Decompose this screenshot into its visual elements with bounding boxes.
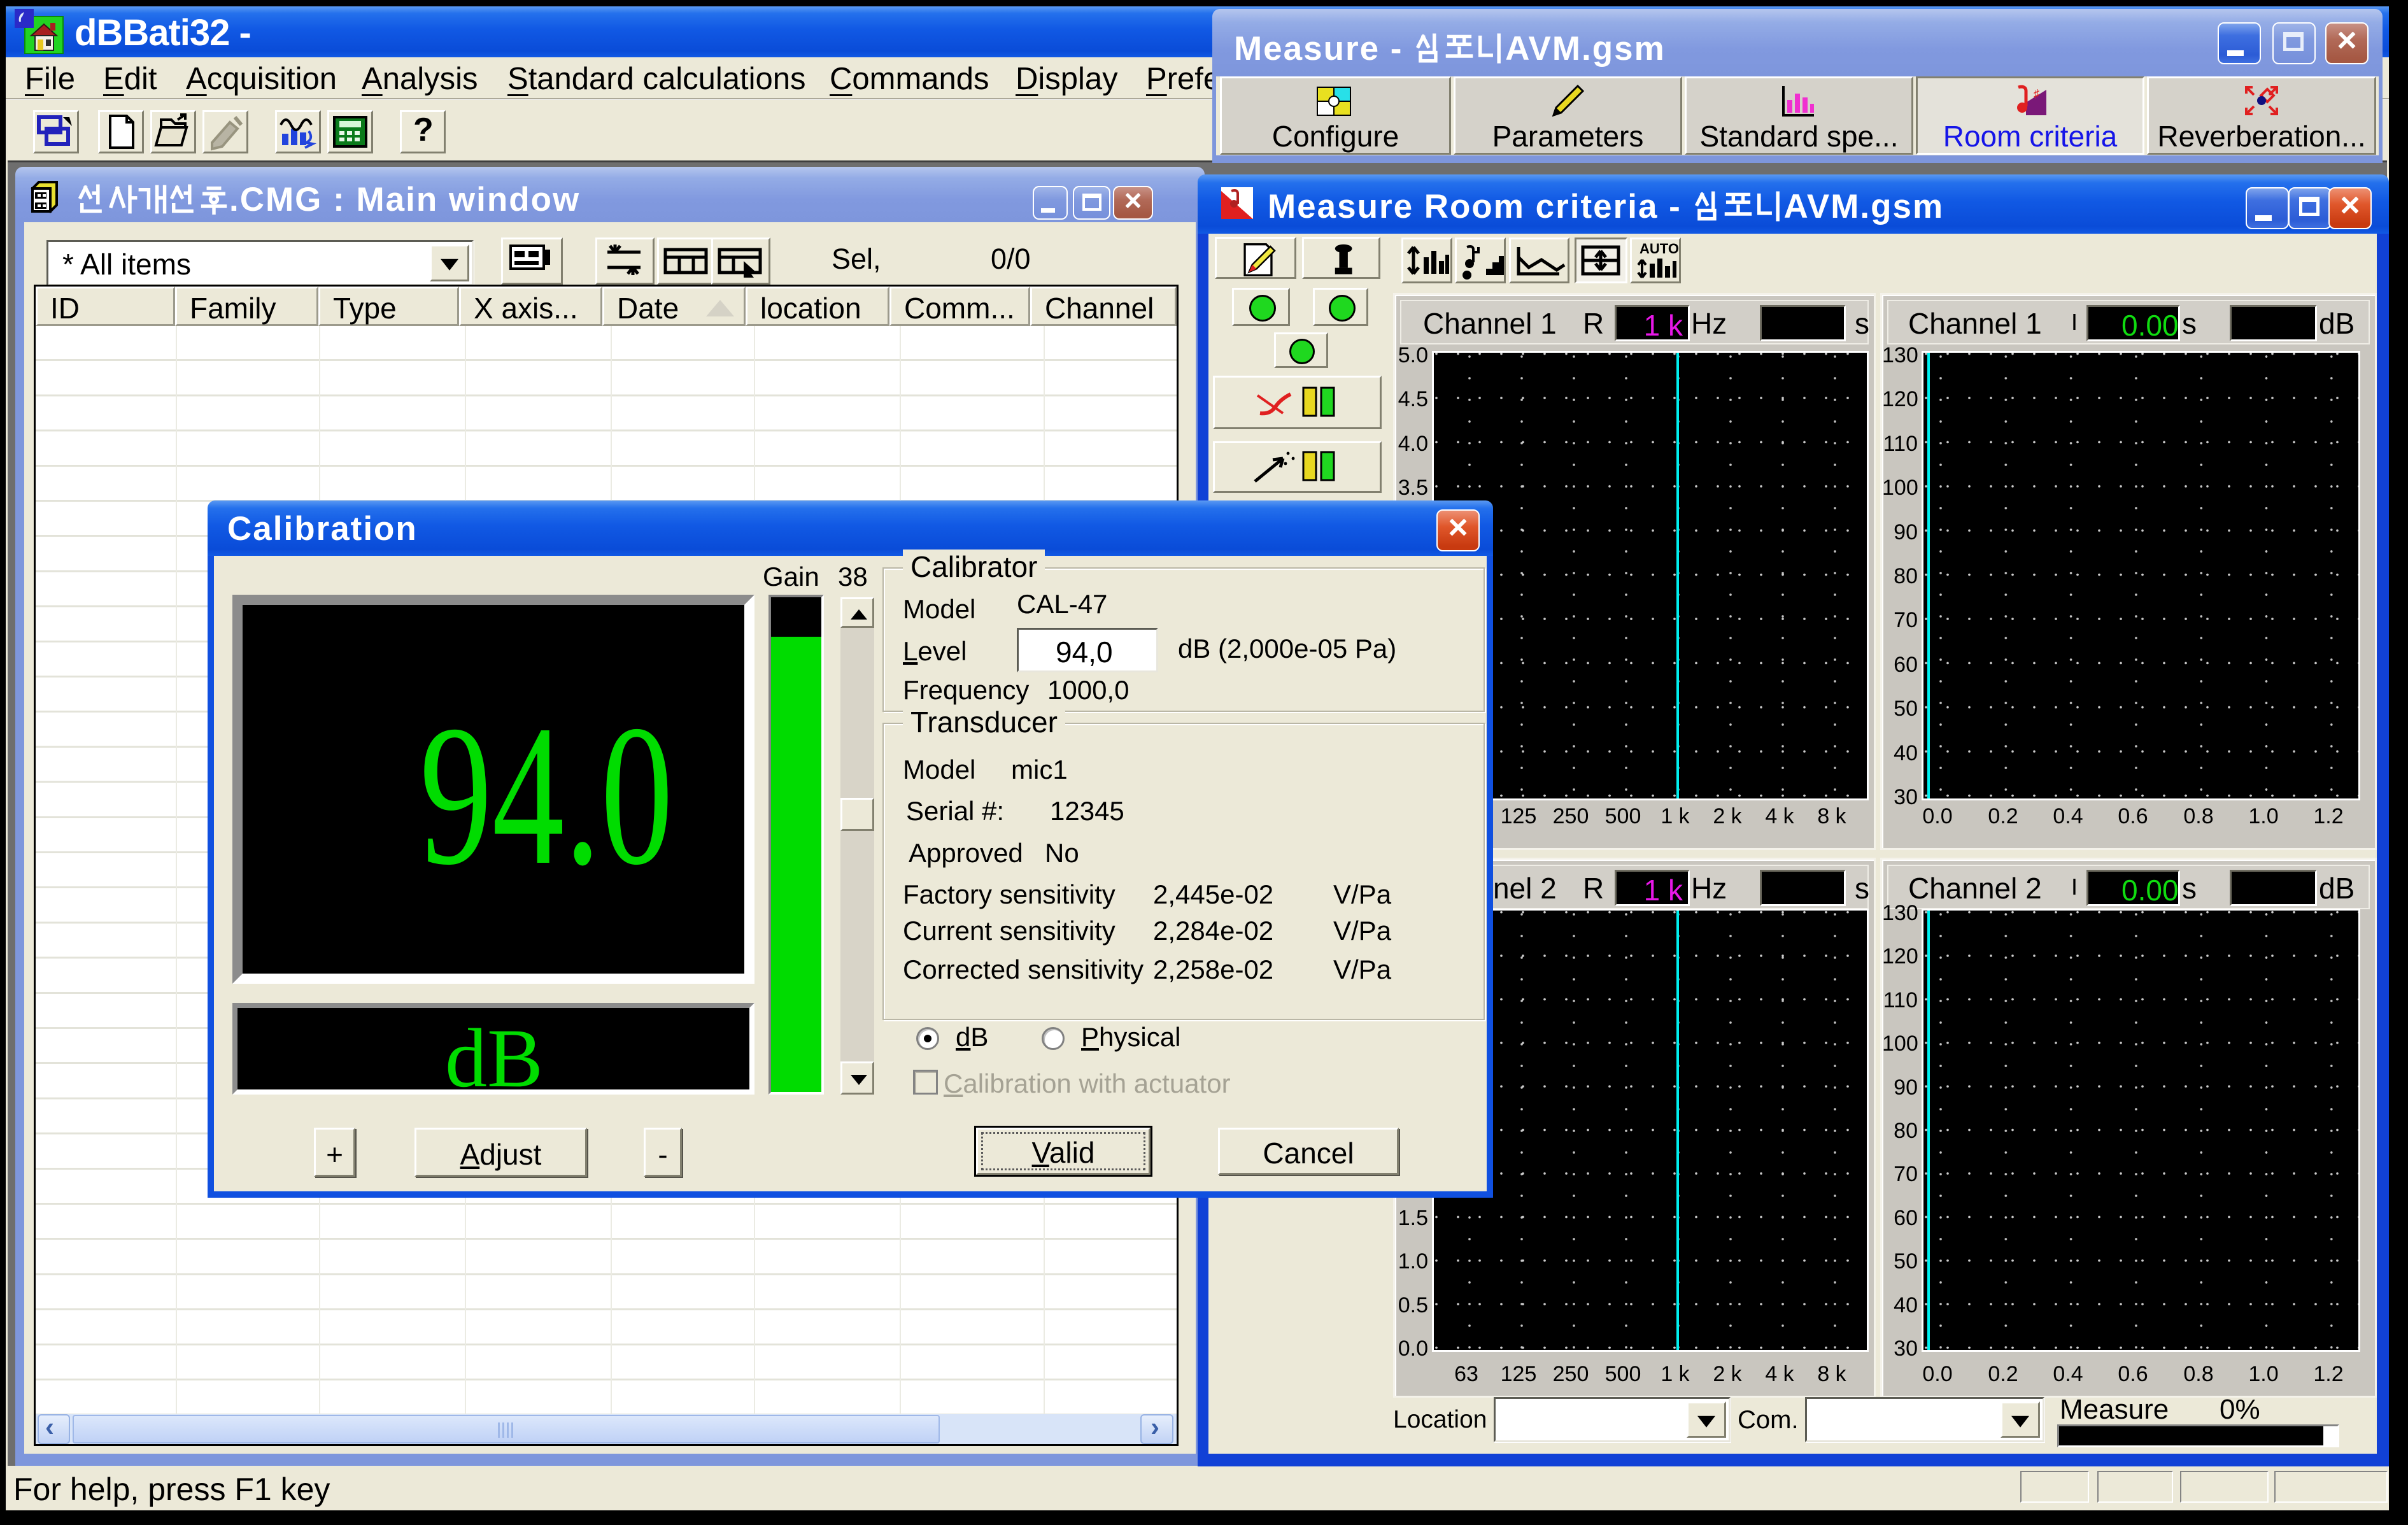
svg-text:♯: ♯ [2034,87,2039,100]
svg-text:AUTO: AUTO [1640,241,1679,257]
